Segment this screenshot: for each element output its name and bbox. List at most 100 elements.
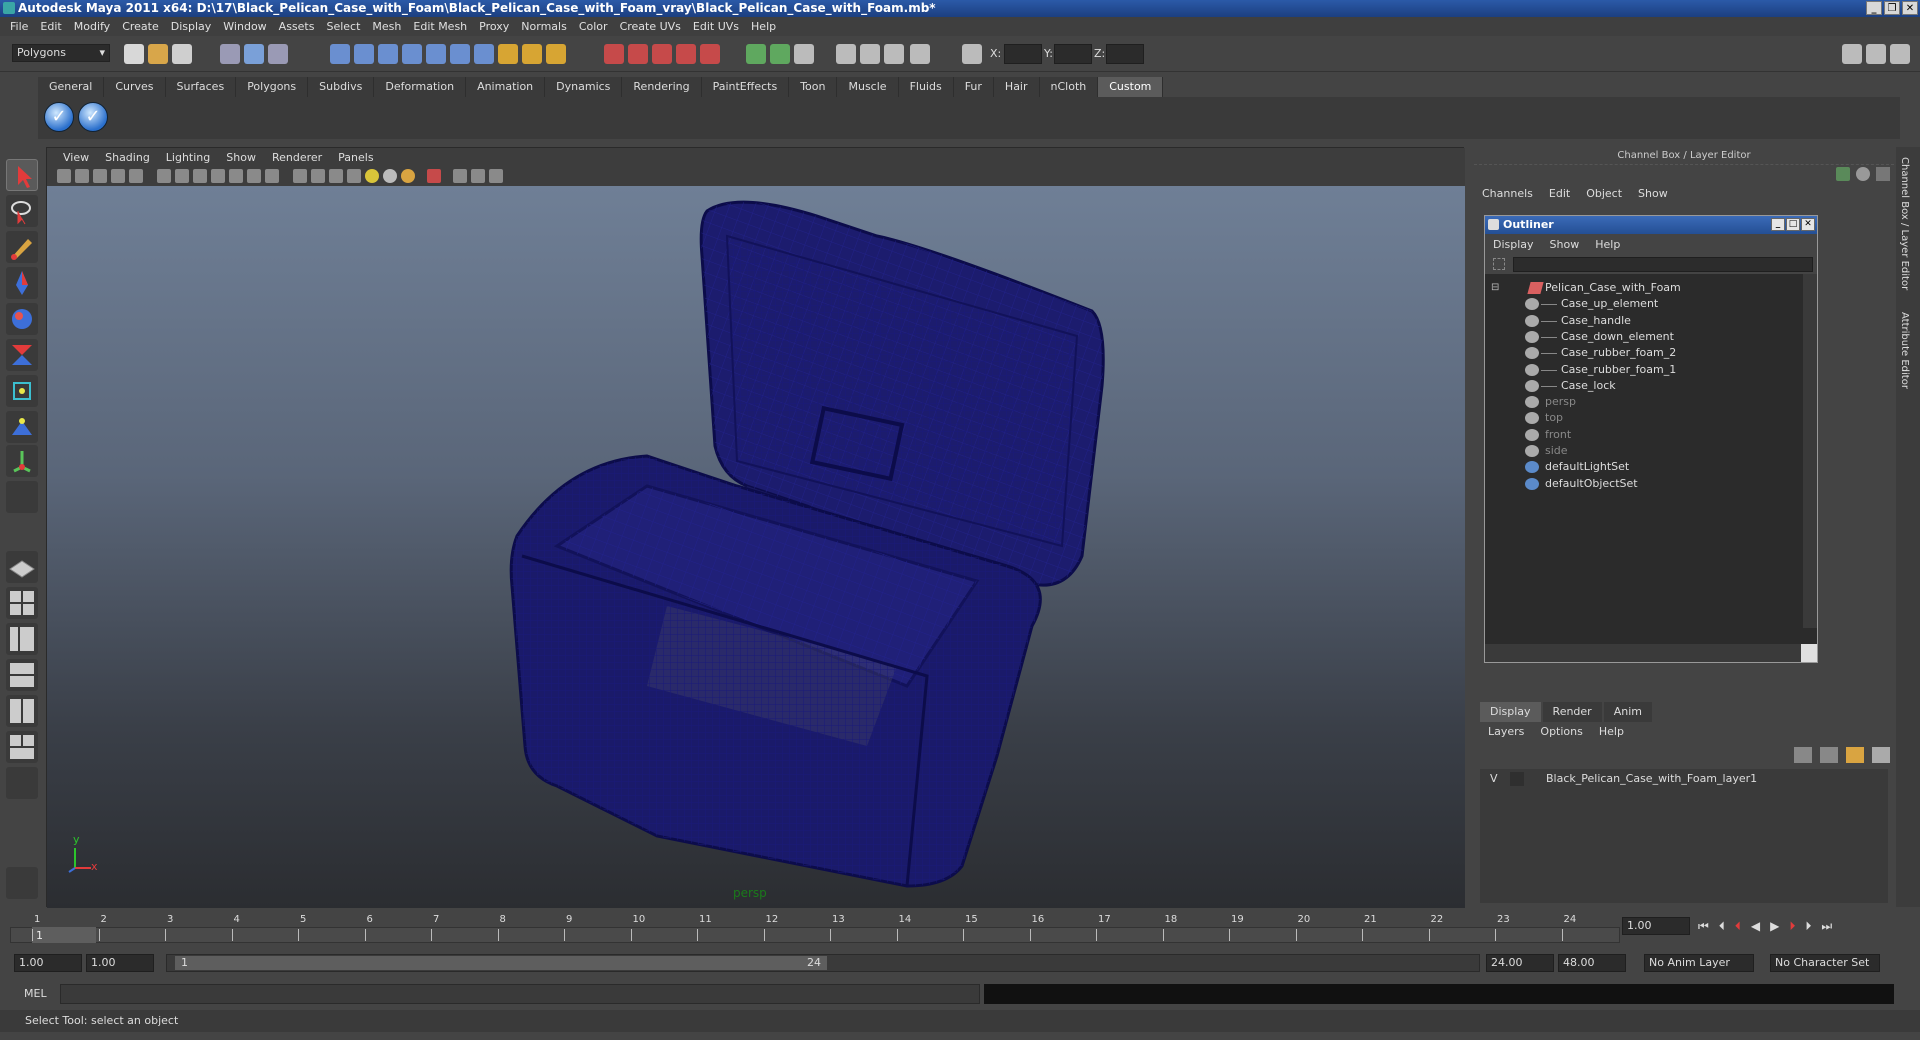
outliner-maximize-button[interactable]: □ (1786, 218, 1800, 231)
menu-help[interactable]: Help (745, 20, 782, 33)
share-icon[interactable] (489, 169, 503, 183)
snap-curve-icon[interactable] (354, 44, 374, 64)
viewport-menu-lighting[interactable]: Lighting (158, 151, 218, 164)
play-forward-icon[interactable]: ▶ (1770, 919, 1779, 934)
last-tool-icon[interactable] (6, 481, 38, 513)
viewport-menu-panels[interactable]: Panels (330, 151, 381, 164)
show-manipulator-icon[interactable] (6, 445, 38, 477)
custom-shelf-check-icon-2[interactable]: ✓ (78, 102, 108, 132)
layout-options-icon[interactable] (6, 767, 38, 799)
shadows-icon[interactable] (401, 169, 415, 183)
default-light-icon[interactable] (365, 169, 379, 183)
menu-file[interactable]: File (4, 20, 34, 33)
new-layer-options-icon[interactable] (1872, 747, 1890, 763)
side-tab-channel-box[interactable]: Channel Box / Layer Editor (1899, 157, 1910, 290)
shelf-tab-hair[interactable]: Hair (993, 77, 1040, 97)
safe-action-icon[interactable] (247, 169, 261, 183)
select-by-component-icon[interactable] (268, 44, 288, 64)
toggle-channel-box-icon[interactable] (1890, 44, 1910, 64)
shelf-tab-animation[interactable]: Animation (466, 77, 546, 97)
render-view-icon[interactable] (700, 44, 720, 64)
side-tab-attribute-editor[interactable]: Attribute Editor (1899, 312, 1910, 389)
new-layer-empty-icon[interactable] (1820, 747, 1838, 763)
step-forward-frame-icon[interactable]: ⏵ (1789, 919, 1795, 934)
menu-create-uvs[interactable]: Create UVs (614, 20, 687, 33)
all-lights-icon[interactable] (383, 169, 397, 183)
viewport-menu-view[interactable]: View (55, 151, 97, 164)
new-scene-icon[interactable] (124, 44, 144, 64)
layout-two-icon[interactable] (770, 44, 790, 64)
z-field[interactable] (1106, 44, 1144, 64)
transform-field-icon[interactable] (910, 44, 930, 64)
menu-color[interactable]: Color (573, 20, 614, 33)
range-slider-track[interactable]: 1 24 (166, 954, 1480, 972)
outliner-menu-help[interactable]: Help (1587, 238, 1628, 251)
outliner-horizontal-scrollbar[interactable] (1485, 644, 1801, 662)
render-current-frame-icon[interactable] (604, 44, 624, 64)
channel-menu-object[interactable]: Object (1578, 187, 1630, 205)
toggle-tool-settings-icon[interactable] (1866, 44, 1886, 64)
snap-live-icon[interactable] (450, 44, 470, 64)
menu-normals[interactable]: Normals (515, 20, 573, 33)
lasso-tool-icon[interactable] (6, 195, 38, 227)
snap-plane-icon[interactable] (426, 44, 446, 64)
layer-template-toggle[interactable] (1510, 772, 1524, 786)
y-field[interactable] (1054, 44, 1092, 64)
grid-icon[interactable] (157, 169, 171, 183)
snap-grid-icon[interactable] (330, 44, 350, 64)
rotate-tool-icon[interactable] (6, 303, 38, 335)
shelf-tab-deformation[interactable]: Deformation (374, 77, 467, 97)
layer-menu-options[interactable]: Options (1532, 722, 1590, 742)
soft-modification-icon[interactable] (6, 411, 38, 443)
resolution-gate-icon[interactable] (193, 169, 207, 183)
custom-shelf-check-icon-1[interactable]: ✓ (44, 102, 74, 132)
channel-menu-show[interactable]: Show (1630, 187, 1676, 205)
channel-key-icon[interactable] (1836, 167, 1850, 181)
shelf-tab-general[interactable]: General (38, 77, 105, 97)
output-ops-icon[interactable] (860, 44, 880, 64)
construction-history-icon[interactable] (522, 44, 542, 64)
outliner-menu-display[interactable]: Display (1485, 238, 1542, 251)
new-layer-selected-icon[interactable] (1794, 747, 1812, 763)
script-editor-icon[interactable] (884, 44, 904, 64)
layer-tab-render[interactable]: Render (1542, 702, 1602, 722)
universal-manipulator-icon[interactable] (6, 375, 38, 407)
wireframe-on-shaded-icon[interactable] (329, 169, 343, 183)
menu-proxy[interactable]: Proxy (473, 20, 515, 33)
xray-joints-icon[interactable] (471, 169, 485, 183)
toggle-attribute-editor-icon[interactable] (1842, 44, 1862, 64)
persp-outliner-layout-icon[interactable] (6, 623, 38, 655)
menu-edit-mesh[interactable]: Edit Mesh (407, 20, 473, 33)
step-back-frame-icon[interactable]: ⏴ (1735, 919, 1741, 934)
character-set-selector[interactable]: No Character Set (1770, 954, 1880, 972)
shelf-tab-polygons[interactable]: Polygons (236, 77, 309, 97)
layer-row[interactable]: V Black_Pelican_Case_with_Foam_layer1 (1480, 769, 1888, 789)
viewport-menu-show[interactable]: Show (218, 151, 264, 164)
persp-graph-layout-icon[interactable] (6, 659, 38, 691)
select-tool-icon[interactable] (6, 159, 38, 191)
four-view-layout-icon[interactable] (6, 587, 38, 619)
history-icon[interactable] (498, 44, 518, 64)
menu-edit-uvs[interactable]: Edit UVs (687, 20, 745, 33)
lock-camera-icon[interactable] (75, 169, 89, 183)
move-tool-icon[interactable] (6, 267, 38, 299)
menu-select[interactable]: Select (320, 20, 366, 33)
quick-layout-icon[interactable] (6, 867, 38, 899)
textured-icon[interactable] (347, 169, 361, 183)
image-plane-icon[interactable] (129, 169, 143, 183)
menu-edit[interactable]: Edit (34, 20, 67, 33)
camera-attributes-icon[interactable] (93, 169, 107, 183)
step-back-key-icon[interactable]: ⏴ (1719, 919, 1725, 934)
outliner-vertical-scrollbar[interactable] (1803, 274, 1817, 628)
shelf-tab-subdivs[interactable]: Subdivs (308, 77, 375, 97)
play-backward-icon[interactable]: ◀ (1751, 919, 1760, 934)
shelf-tab-muscle[interactable]: Muscle (837, 77, 899, 97)
shelf-tab-custom[interactable]: Custom (1098, 77, 1164, 97)
menu-modify[interactable]: Modify (68, 20, 116, 33)
lock-icon[interactable] (546, 44, 566, 64)
input-ops-icon[interactable] (836, 44, 856, 64)
x-field[interactable] (1004, 44, 1042, 64)
safe-title-icon[interactable] (265, 169, 279, 183)
outliner-close-button[interactable]: ✕ (1801, 218, 1815, 231)
channel-speed-icon[interactable] (1856, 167, 1870, 181)
